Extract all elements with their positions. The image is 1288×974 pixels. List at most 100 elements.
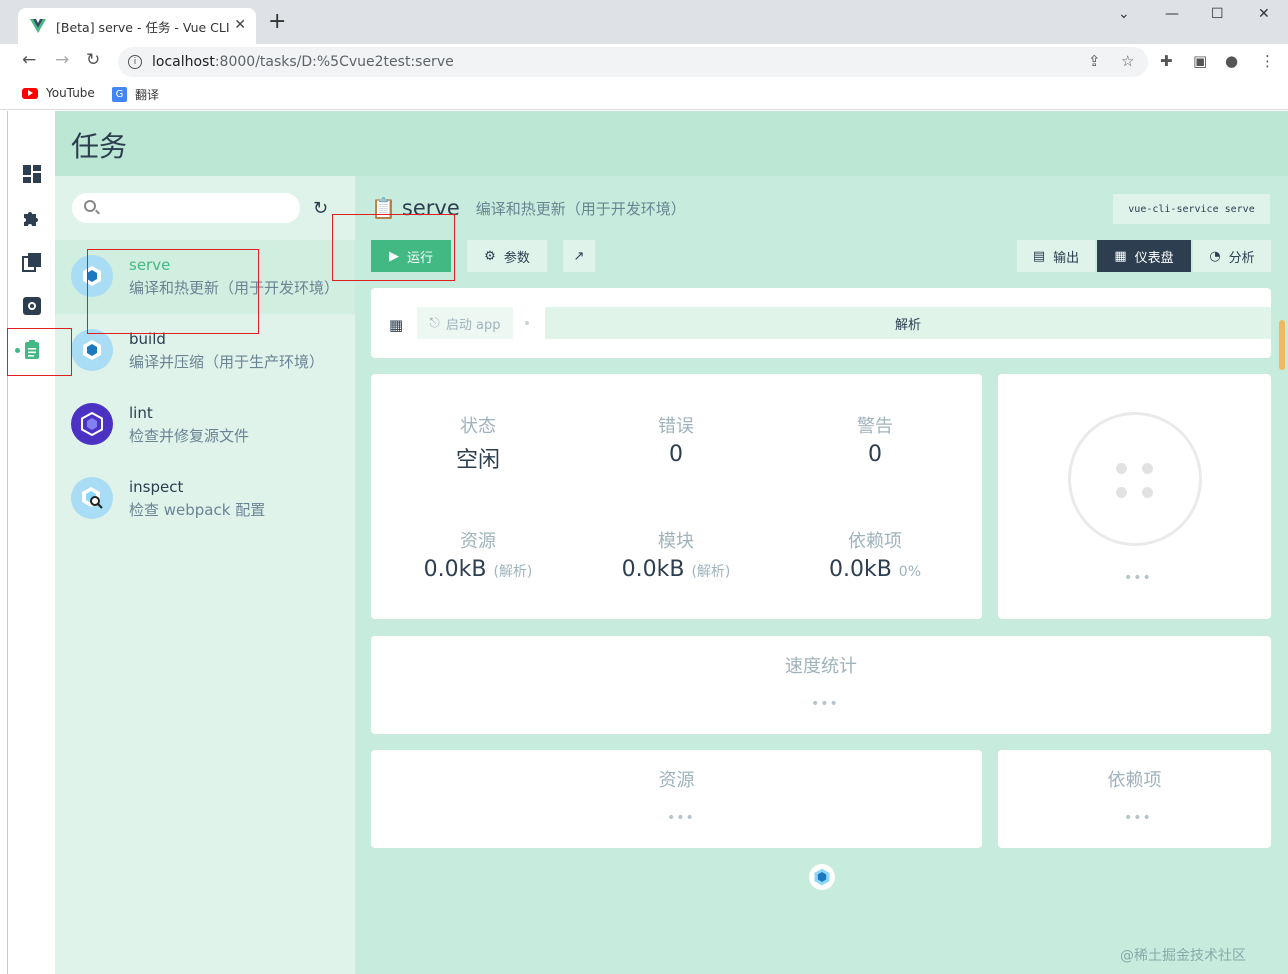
bookmark-star-icon[interactable]: ☆ [1121,52,1134,70]
stat-value: 0 [669,442,683,467]
loading-ellipsis: ••• [667,810,695,826]
address-bar[interactable]: i localhost:8000/tasks/D:%5Cvue2test:ser… [118,47,1148,77]
bookmark-translate[interactable]: G 翻译 [112,86,159,103]
eslint-icon [71,403,113,445]
stat-value: 空闲 [455,448,500,473]
stat-value: 0.0kB (解析) [378,557,578,582]
output-label: 输出 [1053,250,1080,266]
task-item-serve[interactable]: serve 编译和热更新（用于开发环境） [55,240,355,314]
tab-dashboard[interactable]: ▦ 仪表盘 [1097,240,1191,272]
dashboard-icon: ▦ [1114,248,1127,264]
browser-tab-strip: [Beta] serve - 任务 - Vue CLI ✕ + ⌄ — ☐ ✕ [0,0,1288,44]
tab-search-icon[interactable]: ⌄ [1118,6,1130,22]
task-description: 检查 webpack 配置 [129,501,266,519]
dashboard-icon[interactable] [21,163,43,185]
main-sidebar [9,111,55,974]
extensions-icon[interactable]: ✚ [1160,52,1173,70]
webpack-icon [71,255,113,297]
loading-ellipsis: ••• [1124,570,1152,586]
clipboard-icon[interactable] [21,339,43,361]
modules-sub: (解析) [691,564,731,580]
params-button[interactable]: ⚙ 参数 [467,240,547,272]
share-icon[interactable]: ⇪ [1088,52,1101,70]
youtube-icon [22,87,38,99]
play-icon: ▶ [388,248,399,264]
site-info-icon[interactable]: i [128,55,142,69]
task-item-build[interactable]: build 编译并压缩（用于生产环境） [55,314,355,388]
profile-icon[interactable]: ● [1225,52,1238,70]
loading-ellipsis: ••• [1124,810,1152,826]
task-description: 编译和热更新（用于开发环境） [129,279,339,297]
open-external-icon: ↗ [573,248,585,264]
deps-sub: 0% [898,564,922,580]
close-window-icon[interactable]: ✕ [1258,6,1270,22]
vue-cli-app: 任务 ↻ serve 编译和热更新（用于开发环境） build 编译并压缩（用于… [9,111,1288,974]
idle-status-icon [1068,412,1202,546]
page-header: 任务 [55,111,1288,176]
task-item-inspect[interactable]: inspect 检查 webpack 配置 [55,462,355,536]
task-header: 📋 serve 编译和热更新（用于开发环境） [371,196,686,220]
card-title: 速度统计 [785,656,857,677]
search-input[interactable] [72,193,300,223]
search-icon [84,200,96,212]
deps-size: 0.0kB [828,557,892,582]
scrollbar-thumb[interactable] [1279,320,1285,370]
dashboard-label: 仪表盘 [1134,250,1174,266]
stat-errors: 错误 0 [576,412,776,467]
task-list-panel: ↻ serve 编译和热更新（用于开发环境） build 编译并压缩（用于生产环… [55,176,355,974]
dependencies-card: 依赖项 ••• [998,750,1271,848]
stats-card: 状态 空闲 错误 0 警告 0 资源 0.0kB (解析) 模块 0.0kB (… [371,374,982,619]
url-host: localhost [152,54,215,70]
browser-tab-title: [Beta] serve - 任务 - Vue CLI [56,19,230,35]
refresh-icon[interactable]: ↻ [313,198,328,219]
webpack-icon [71,329,113,371]
bookmark-youtube[interactable]: YouTube [22,86,95,100]
task-description: 检查并修复源文件 [129,427,250,445]
open-external-button[interactable]: ↗ [563,240,595,272]
minimize-icon[interactable]: — [1165,6,1179,22]
webpack-icon [809,864,835,890]
library-icon[interactable] [21,251,43,273]
assets-sub: (解析) [493,564,533,580]
run-button[interactable]: ▶ 运行 [371,240,451,272]
task-name: inspect [129,478,184,496]
browser-tab[interactable]: [Beta] serve - 任务 - Vue CLI ✕ [18,8,256,44]
donut-icon: ◔ [1209,248,1221,264]
tab-analyze[interactable]: ◔ 分析 [1193,240,1271,272]
maximize-icon[interactable]: ☐ [1211,6,1224,22]
gear-icon[interactable] [21,295,43,317]
back-icon[interactable]: ← [22,50,36,70]
new-tab-button[interactable]: + [268,11,286,33]
grid-icon[interactable]: ▦ [389,316,403,334]
task-name: lint [129,404,153,422]
stat-value: 0.0kB 0% [775,557,975,582]
watermark: @稀土掘金技术社区 [1120,948,1246,964]
stat-dependencies: 依赖项 0.0kB 0% [775,527,975,582]
card-title: 依赖项 [1107,770,1162,791]
side-panel-icon[interactable]: ▣ [1193,52,1207,70]
url-path: :8000/tasks/D:%5Cvue2test:serve [214,54,454,70]
task-subtitle: 编译和热更新（用于开发环境） [475,199,686,218]
separator-dot [525,321,529,325]
task-item-lint[interactable]: lint 检查并修复源文件 [55,388,355,462]
puzzle-icon[interactable] [21,207,43,229]
stat-label: 模块 [658,531,694,552]
menu-icon[interactable]: ⋮ [1260,52,1275,70]
clipboard-icon: 📋 [371,196,396,220]
analyze-label: 分析 [1228,250,1255,266]
status-circle-card: ••• [998,374,1271,619]
loading-ellipsis: ••• [811,696,839,712]
stat-label: 警告 [857,416,893,437]
bookmark-label: 翻译 [135,88,160,102]
webpack-inspect-icon [71,477,113,519]
stat-assets: 资源 0.0kB (解析) [378,527,578,582]
close-tab-icon[interactable]: ✕ [234,17,246,33]
tab-output[interactable]: ▤ 输出 [1017,240,1095,272]
reload-icon[interactable]: ↻ [86,50,100,70]
forward-icon[interactable]: → [55,50,69,70]
analyze-toggle[interactable]: 解析 [545,307,1271,339]
task-title: serve [401,196,460,220]
launch-app-button[interactable]: ⎋ 启动 app [417,307,513,339]
task-name: build [129,330,166,348]
modules-size: 0.0kB [621,557,685,582]
